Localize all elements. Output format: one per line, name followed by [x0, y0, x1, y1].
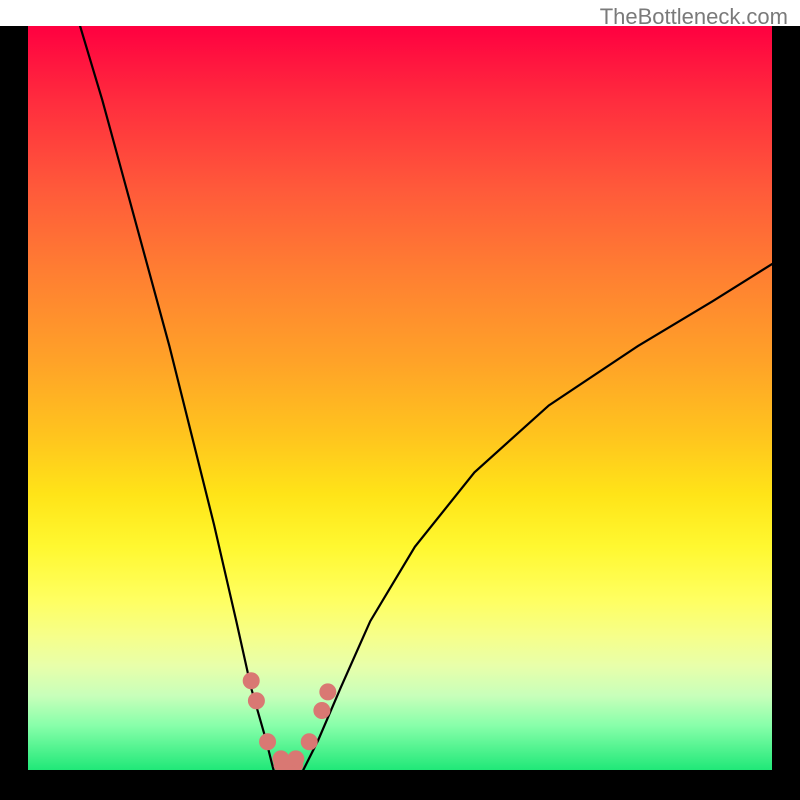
plot-frame: [0, 26, 800, 800]
marker-dot: [301, 734, 317, 750]
plot-area: [28, 26, 772, 770]
marker-dot: [320, 684, 336, 700]
left-branch-line: [80, 26, 273, 770]
marker-dot: [314, 702, 330, 718]
right-branch-line: [303, 264, 772, 770]
curve-svg: [28, 26, 772, 770]
marker-group: [243, 673, 336, 767]
marker-dot: [288, 751, 304, 767]
marker-dot: [260, 734, 276, 750]
chart-container: TheBottleneck.com: [0, 0, 800, 800]
marker-dot: [243, 673, 259, 689]
watermark-text: TheBottleneck.com: [600, 4, 788, 30]
marker-dot: [248, 693, 264, 709]
marker-dot: [273, 751, 289, 767]
